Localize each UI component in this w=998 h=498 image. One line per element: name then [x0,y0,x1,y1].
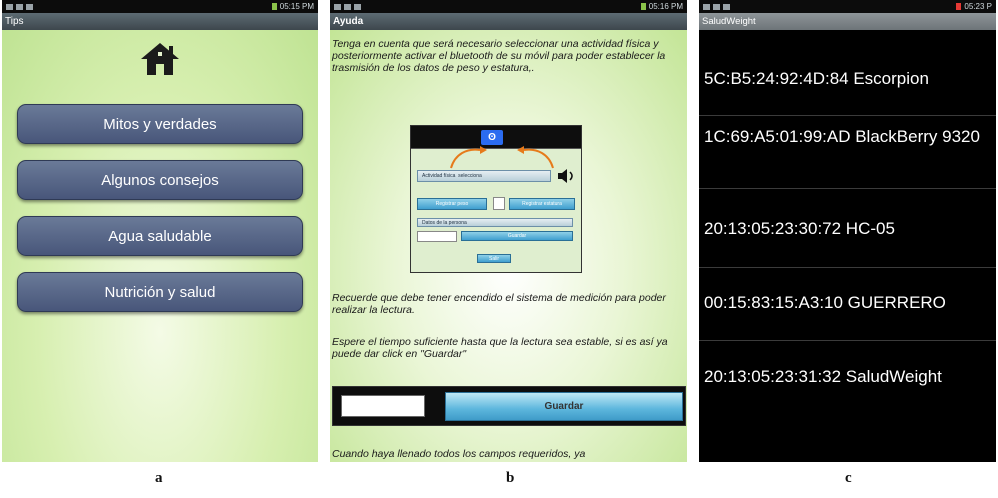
device-item[interactable]: 00:15:83:15:A3:10 GUERRERO [704,292,992,314]
device-list: 5C:B5:24:92:4D:84 Escorpion 1C:69:A5:01:… [699,30,996,462]
notification-icon [16,3,23,10]
guardar-button[interactable]: Guardar [445,392,683,421]
caption-a: a [155,470,163,486]
usb-icon [26,3,33,10]
divider [699,188,996,189]
home-icon[interactable] [140,42,180,76]
status-bar: 05:16 PM [330,0,687,13]
device-item[interactable]: 20:13:05:23:31:32 SaludWeight [704,366,992,388]
device-item[interactable]: 5C:B5:24:92:4D:84 Escorpion [704,68,992,90]
mini-exit-button: Salir [477,254,511,263]
usb-icon [354,3,361,10]
mitos-verdades-button[interactable]: Mitos y verdades [17,104,303,144]
app-title: SaludWeight [699,13,996,30]
device-item[interactable]: 20:13:05:23:30:72 HC-05 [704,218,992,240]
app-title: Tips [2,13,318,30]
nutricion-salud-button[interactable]: Nutrición y salud [17,272,303,312]
app-title: Ayuda [330,13,687,30]
battery-icon [271,3,277,10]
status-time: 05:16 PM [648,2,683,11]
status-bar: 05:15 PM [2,0,318,13]
phone-screen-devices: 05:23 P SaludWeight 5C:B5:24:92:4D:84 Es… [699,0,996,462]
mini-activity-label: Actividad física [422,173,456,179]
value-input[interactable] [341,395,425,417]
mini-info-row: Datos de la persona [417,218,573,227]
divider [699,115,996,116]
mini-activity-select: Actividad física selecciona [417,170,551,182]
mini-field [493,197,505,210]
mini-registrar-peso: Registrar peso [417,198,487,210]
help-content: Tenga en cuenta que será necesario selec… [330,30,687,462]
notification-icon [713,3,720,10]
notification-icon [344,3,351,10]
usb-icon [723,3,730,10]
help-screenshot: ʘ Actividad física selecciona Registrar … [410,125,582,273]
arrow-icons [450,146,554,169]
signal-icon [6,3,13,10]
mini-save-button: Guardar [461,231,573,241]
mini-save-field [417,231,457,242]
help-paragraph-4: Cuando haya llenado todos los campos req… [332,448,586,460]
help-paragraph-3: Espere el tiempo suficiente hasta que la… [332,336,668,360]
tips-content: Mitos y verdades Algunos consejos Agua s… [2,30,318,462]
device-item[interactable]: 1C:69:A5:01:99:AD BlackBerry 9320 [704,126,992,148]
algunos-consejos-button[interactable]: Algunos consejos [17,160,303,200]
help-paragraph-2: Recuerde que debe tener encendido el sis… [332,292,666,316]
status-time: 05:15 PM [279,2,314,11]
phone-screen-ayuda: 05:16 PM Ayuda Tenga en cuenta que será … [330,0,687,462]
caption-c: c [845,470,852,486]
signal-icon [334,3,341,10]
mini-registrar-estatura: Registrar estatura [509,198,575,210]
divider [699,267,996,268]
status-bar: 05:23 P [699,0,996,13]
agua-saludable-button[interactable]: Agua saludable [17,216,303,256]
divider [699,340,996,341]
caption-b: b [506,470,515,486]
signal-icon [703,3,710,10]
help-paragraph-1: Tenga en cuenta que será necesario selec… [332,38,666,74]
save-row: Guardar [332,386,686,426]
battery-icon [640,3,646,10]
mini-activity-value: selecciona [458,173,482,179]
speaker-icon [558,169,573,183]
battery-icon [956,3,962,10]
phone-screen-tips: 05:15 PM Tips Mitos y verdades Algunos c… [2,0,318,462]
status-time: 05:23 P [964,2,992,11]
